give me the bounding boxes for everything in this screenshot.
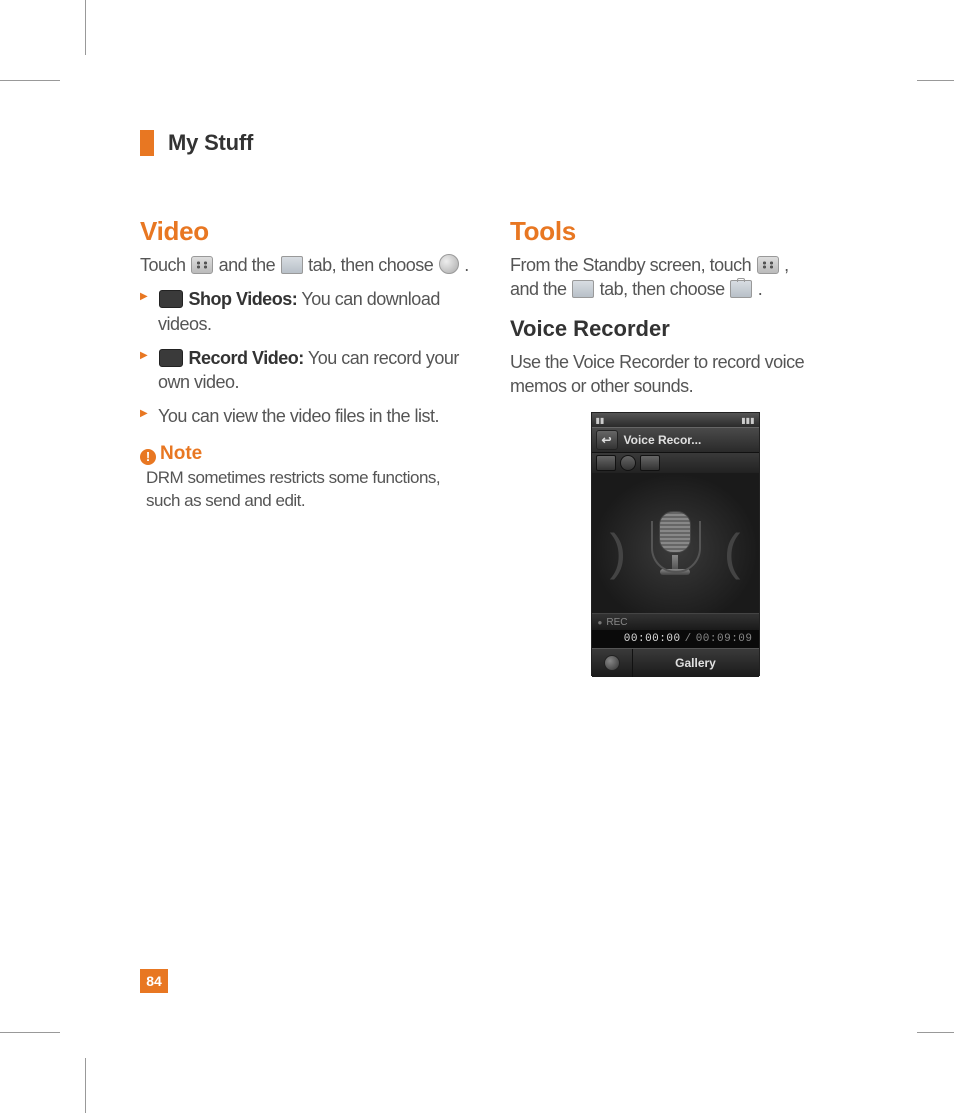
page-number: 84 [140,969,168,993]
toolbar-button-1[interactable] [596,455,616,471]
time-elapsed: 00:00:00 [624,633,681,645]
header-accent-bar [140,130,154,156]
video-bullets: Shop Videos: You can download videos. Re… [140,287,470,428]
text: and the [219,255,280,275]
rec-label: REC [592,613,759,630]
phone-status-bar: ▮▮ ▮▮▮ [592,413,759,427]
phone-title-bar: ↩ Voice Recor... [592,427,759,453]
crop-mark [85,1058,86,1113]
phone-toolbar [592,453,759,473]
briefcase-icon [730,280,752,298]
voice-recorder-heading: Voice Recorder [510,316,840,342]
back-button[interactable]: ↩ [596,430,618,450]
bullet-view-list: You can view the video files in the list… [140,404,470,428]
bullet-record-video: Record Video: You can record your own vi… [140,346,470,395]
note-label: Note [160,443,202,464]
menu-grid-icon [191,256,213,274]
video-intro: Touch and the tab, then choose . [140,253,470,277]
bullet-shop-videos: Shop Videos: You can download videos. [140,287,470,336]
right-column: Tools From the Standby screen, touch , a… [510,216,840,676]
signal-icon: ▮▮ [596,416,605,425]
text: tab, then choose [308,255,438,275]
shop-video-icon [159,290,183,308]
video-heading: Video [140,216,470,247]
tools-intro: From the Standby screen, touch , and the… [510,253,840,302]
voice-recorder-body: Use the Voice Recorder to record voice m… [510,350,840,399]
text: . [758,279,763,299]
folder-tab-icon [572,280,594,298]
crop-mark [0,80,60,81]
text: From the Standby screen, touch [510,255,756,275]
globe-icon [439,254,459,274]
recorder-area: ) ( [592,473,759,613]
header-title: My Stuff [168,130,253,156]
record-button[interactable] [592,655,632,671]
paren-left-icon: ) [610,523,627,581]
tools-heading: Tools [510,216,840,247]
phone-screenshot: ▮▮ ▮▮▮ ↩ Voice Recor... ) ( [591,412,760,676]
crop-mark [917,1032,954,1033]
gallery-button[interactable]: Gallery [632,649,759,677]
page-header: My Stuff [140,130,860,156]
time-bar: 00:00:00 / 00:09:09 [592,630,759,648]
bullet-text: You can view the video files in the list… [158,406,439,426]
phone-title: Voice Recor... [624,433,702,447]
microphone-icon [653,511,697,575]
folder-tab-icon [281,256,303,274]
crop-mark [917,80,954,81]
bullet-bold: Record Video: [189,348,304,368]
note-body: DRM sometimes restricts some functions, … [140,467,470,513]
text: tab, then choose [600,279,730,299]
text: and the [510,279,571,299]
note-icon: ! [140,449,156,465]
paren-right-icon: ( [724,523,741,581]
time-separator: / [685,633,692,645]
record-dot-icon [604,655,620,671]
rec-text: REC [606,617,627,628]
time-total: 00:09:09 [696,633,753,645]
text: Touch [140,255,190,275]
menu-grid-icon [757,256,779,274]
note-heading: !Note [140,443,470,465]
bullet-bold: Shop Videos: [189,289,298,309]
toolbar-button-3[interactable] [640,455,660,471]
left-column: Video Touch and the tab, then choose . S… [140,216,470,676]
phone-bottom-bar: Gallery [592,648,759,677]
text: , [784,255,789,275]
text: . [464,255,469,275]
gallery-label: Gallery [675,656,716,670]
crop-mark [0,1032,60,1033]
crop-mark [85,0,86,55]
record-video-icon [159,349,183,367]
toolbar-button-2[interactable] [620,455,636,471]
battery-icon: ▮▮▮ [741,416,754,425]
